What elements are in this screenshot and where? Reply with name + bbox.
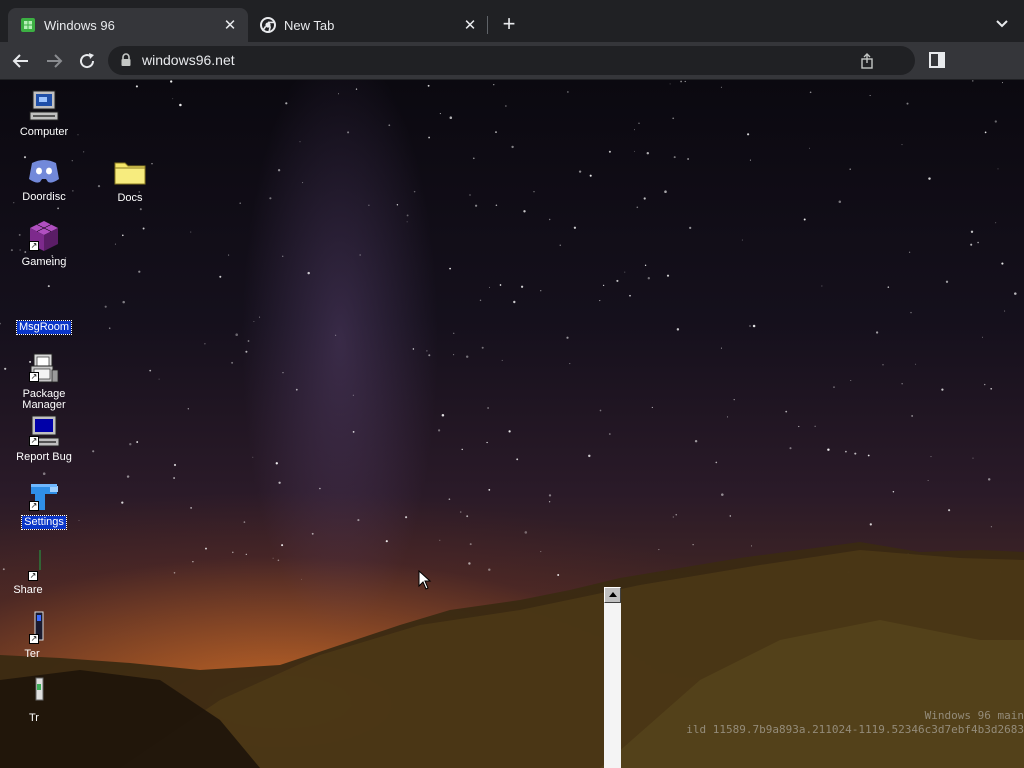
side-panel-icon[interactable] (928, 51, 946, 69)
icon-label: Docs (117, 192, 143, 204)
tab-strip: Windows 96 ✕ New Tab ✕ + (0, 0, 1024, 42)
lock-icon[interactable] (120, 53, 132, 67)
desktop-icon-package-manager[interactable]: ↗ Package Manager (4, 350, 84, 412)
shortcut-arrow-icon: ↗ (29, 634, 39, 644)
icon-label: Doordisc (22, 191, 66, 203)
shortcut-arrow-icon: ↗ (29, 241, 39, 251)
computer-icon (29, 90, 59, 121)
shortcut-arrow-icon: ↗ (29, 372, 39, 382)
windows96-favicon (21, 18, 35, 32)
icon-label: Tr (29, 712, 39, 724)
desktop-icon-report-bug[interactable]: ↗ Report Bug (4, 413, 84, 464)
desktop-icon-gameing[interactable]: ↗ Gameing (4, 218, 84, 269)
desktop-icon-doordisc[interactable]: Doordisc (4, 153, 84, 204)
build-watermark-line1: Windows 96 main (924, 709, 1024, 722)
back-arrow-icon[interactable] (10, 50, 32, 72)
desktop-icon-computer[interactable]: Computer (4, 88, 84, 139)
new-tab-button[interactable]: + (498, 12, 520, 36)
tab-title: Windows 96 (44, 17, 115, 33)
shortcut-arrow-icon: ↗ (29, 501, 39, 511)
icon-label: Package Manager (22, 388, 66, 411)
trash-icon (35, 677, 44, 701)
url-text[interactable]: windows96.net (142, 52, 235, 68)
desktop-icon-terminal[interactable]: ↗ Ter (0, 610, 72, 661)
mouse-cursor-icon (418, 570, 432, 590)
shortcut-arrow-icon: ↗ (29, 436, 39, 446)
desktop-icon-msgroom[interactable]: MsgRoom (4, 283, 84, 335)
chevron-down-icon[interactable] (990, 14, 1014, 34)
folder-icon (114, 162, 146, 185)
forward-arrow-icon[interactable] (43, 50, 65, 72)
desktop[interactable]: Computer Doordisc ↗ Gameing MsgRoom ↗ Pa… (0, 80, 1024, 768)
build-watermark-line2: ild 11589.7b9a893a.211024-1119.52346c3d7… (686, 723, 1024, 736)
icon-label: Gameing (21, 256, 67, 268)
close-icon[interactable]: ✕ (460, 16, 480, 34)
msgroom-icon (26, 283, 62, 319)
chrome-icon (260, 17, 276, 33)
icon-label: Share (13, 584, 43, 596)
icon-label: MsgRoom (15, 320, 73, 335)
tab-title: New Tab (284, 17, 335, 33)
icon-label: Computer (19, 126, 69, 138)
scroll-up-button[interactable] (604, 587, 621, 603)
share-icon[interactable] (858, 52, 876, 70)
reload-icon[interactable] (76, 50, 98, 72)
close-icon[interactable]: ✕ (220, 16, 240, 34)
icon-label: Ter (24, 648, 40, 660)
desktop-icon-docs[interactable]: Docs (90, 154, 170, 205)
icon-label: Report Bug (16, 451, 72, 463)
browser-toolbar: windows96.net (0, 42, 1024, 80)
tab-new-tab[interactable]: New Tab ✕ (248, 8, 488, 42)
discord-icon (29, 160, 59, 183)
desktop-icon-settings[interactable]: ↗ Settings (4, 478, 84, 530)
scrollbar[interactable] (604, 587, 621, 768)
desktop-icon-share[interactable]: ↗ Share (0, 546, 68, 597)
tab-windows96[interactable]: Windows 96 ✕ (8, 8, 248, 42)
desktop-icon-trash[interactable]: Tr (0, 674, 74, 725)
address-bar[interactable]: windows96.net (108, 46, 915, 75)
shortcut-arrow-icon: ↗ (28, 571, 38, 581)
icon-label: Settings (21, 515, 67, 530)
